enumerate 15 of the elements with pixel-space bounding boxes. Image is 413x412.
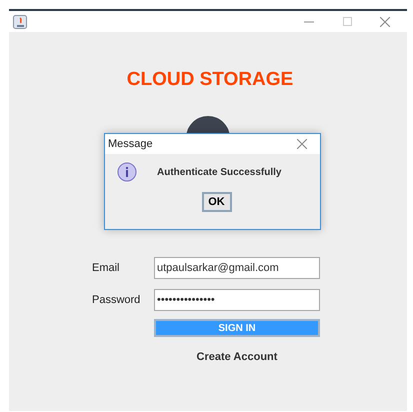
dialog-title: Message bbox=[108, 138, 154, 150]
dialog-message: Authenticate Successfully bbox=[157, 166, 282, 178]
app-title: CLOUD STORAGE bbox=[126, 69, 294, 91]
input-field[interactable]: ••••••••••••••• bbox=[154, 289, 320, 311]
field-label: Password bbox=[92, 294, 142, 306]
app-icon bbox=[13, 14, 27, 28]
input-field[interactable]: utpaulsarkar@gmail.com bbox=[154, 257, 320, 279]
field-label: Email bbox=[92, 262, 121, 274]
info-icon bbox=[117, 162, 137, 182]
close-icon bbox=[297, 139, 307, 149]
create-account-link[interactable]: Create Account bbox=[196, 351, 278, 363]
minimize-icon bbox=[304, 20, 314, 22]
close-icon bbox=[380, 16, 390, 26]
maximize-icon bbox=[342, 17, 352, 26]
ok-button[interactable]: OK bbox=[202, 192, 232, 212]
